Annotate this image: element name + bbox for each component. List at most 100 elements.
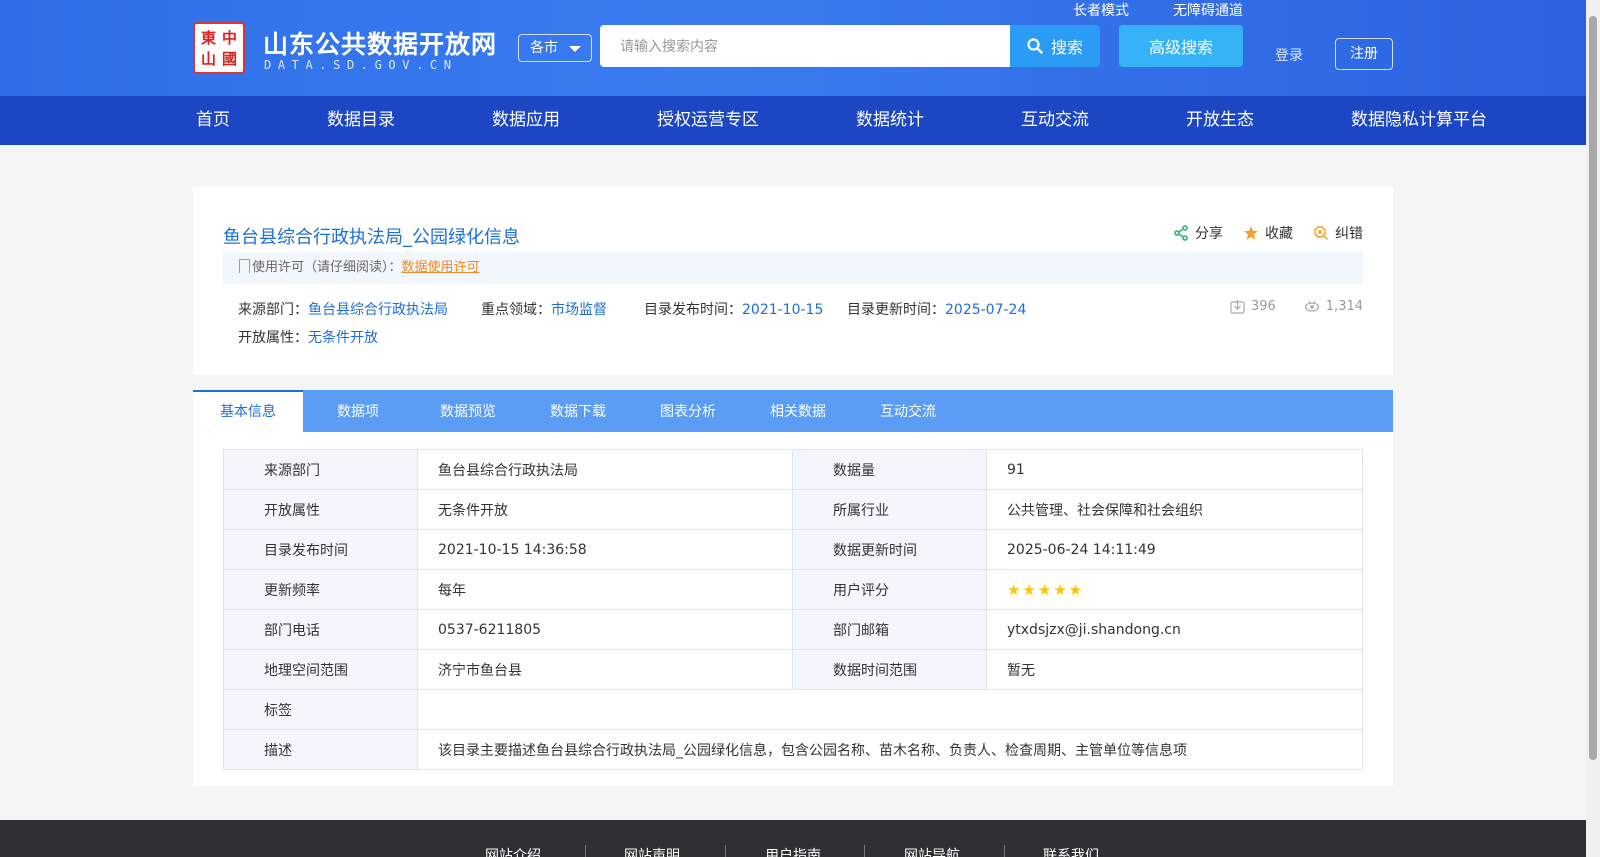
share-button[interactable]: 分享 <box>1173 223 1223 243</box>
footer-link-guide[interactable]: 用户指南 <box>765 845 821 857</box>
site-logo-seal[interactable]: 東 中 山 國 <box>193 22 245 74</box>
table-key: 更新频率 <box>223 569 418 610</box>
table-key: 部门邮箱 <box>792 609 987 650</box>
nav-item-privacy-computing[interactable]: 数据隐私计算平台 <box>1351 96 1487 145</box>
tab-related-data[interactable]: 相关数据 <box>743 390 853 432</box>
download-count: 396 <box>1230 299 1276 314</box>
table-row: 开放属性 无条件开放 所属行业 公共管理、社会保障和社会组织 <box>223 489 1363 530</box>
bookmark-icon <box>239 259 250 273</box>
tab-interaction[interactable]: 互动交流 <box>853 390 963 432</box>
table-row: 来源部门 鱼台县综合行政执法局 数据量 91 <box>223 449 1363 490</box>
nav-item-apps[interactable]: 数据应用 <box>492 96 560 145</box>
correct-label: 纠错 <box>1335 226 1363 242</box>
detail-tabs: 基本信息 数据项 数据预览 数据下载 图表分析 相关数据 互动交流 <box>193 390 1393 432</box>
meta-open-label: 开放属性： <box>238 330 308 346</box>
meta-publish: 目录发布时间：2021-10-15 <box>644 299 823 319</box>
site-footer: 网站介绍 网站声明 用户指南 网站导航 联系我们 <box>0 820 1586 857</box>
footer-link-contact[interactable]: 联系我们 <box>1043 845 1099 857</box>
meta-update: 目录更新时间：2025-07-24 <box>847 299 1026 319</box>
tags-value <box>417 689 1363 730</box>
nav-item-ecosystem[interactable]: 开放生态 <box>1186 96 1254 145</box>
meta-publish-value: 2021-10-15 <box>742 302 824 318</box>
table-key: 来源部门 <box>223 449 418 490</box>
tab-data-items[interactable]: 数据项 <box>303 390 413 432</box>
favorite-label: 收藏 <box>1265 226 1293 242</box>
dataset-title: 鱼台县综合行政执法局_公园绿化信息 <box>223 227 520 248</box>
table-key: 地理空间范围 <box>223 649 418 690</box>
table-value: 91 <box>986 449 1363 490</box>
site-subtitle: DATA.SD.GOV.CN <box>264 58 458 72</box>
table-key: 数据时间范围 <box>792 649 987 690</box>
license-link[interactable]: 数据使用许可 <box>402 260 480 275</box>
nav-item-authorized-ops[interactable]: 授权运营专区 <box>657 96 759 145</box>
table-row: 更新频率 每年 用户评分 ★★★★★ <box>223 569 1363 610</box>
table-value: 2021-10-15 14:36:58 <box>417 529 793 570</box>
view-count-value: 1,314 <box>1325 299 1363 314</box>
dataset-actions: 分享 收藏 纠错 <box>1173 223 1363 243</box>
dataset-info-card: 鱼台县综合行政执法局_公园绿化信息 分享 收藏 纠错 使用许可（请仔细阅读）：数… <box>193 187 1393 375</box>
search-button[interactable]: 搜索 <box>1010 25 1100 67</box>
seal-char: 東 <box>200 29 216 47</box>
meta-source-value[interactable]: 鱼台县综合行政执法局 <box>308 302 448 318</box>
search-icon <box>1027 38 1043 54</box>
error-search-icon <box>1314 226 1329 241</box>
table-key: 标签 <box>223 689 418 730</box>
nav-item-statistics[interactable]: 数据统计 <box>856 96 924 145</box>
city-select[interactable]: 各市 <box>518 34 592 62</box>
accessibility-link[interactable]: 无障碍通道 <box>1173 0 1243 20</box>
table-value: 济宁市鱼台县 <box>417 649 793 690</box>
table-row: 描述 该目录主要描述鱼台县综合行政执法局_公园绿化信息，包含公园名称、苗木名称、… <box>223 729 1363 770</box>
share-label: 分享 <box>1195 226 1223 242</box>
footer-link-statement[interactable]: 网站声明 <box>624 845 680 857</box>
meta-source-label: 来源部门： <box>238 302 308 318</box>
table-value: 无条件开放 <box>417 489 793 530</box>
footer-link-sitemap[interactable]: 网站导航 <box>904 845 960 857</box>
page-scrollbar[interactable] <box>1586 0 1600 857</box>
meta-publish-label: 目录发布时间： <box>644 302 742 318</box>
footer-link-about[interactable]: 网站介绍 <box>485 845 541 857</box>
tab-basic-info[interactable]: 基本信息 <box>193 390 303 432</box>
search-input[interactable] <box>600 25 1010 67</box>
table-key: 数据更新时间 <box>792 529 987 570</box>
meta-field-label: 重点领域： <box>481 302 551 318</box>
seal-char: 中 <box>221 29 237 47</box>
nav-item-catalog[interactable]: 数据目录 <box>327 96 395 145</box>
footer-divider <box>864 845 865 857</box>
table-value: 每年 <box>417 569 793 610</box>
table-key: 描述 <box>223 729 418 770</box>
footer-divider <box>725 845 726 857</box>
register-button[interactable]: 注册 <box>1335 38 1393 70</box>
tab-data-preview[interactable]: 数据预览 <box>413 390 523 432</box>
dataset-stats: 396 1,314 <box>1230 299 1363 314</box>
table-value: 鱼台县综合行政执法局 <box>417 449 793 490</box>
table-key: 部门电话 <box>223 609 418 650</box>
site-title[interactable]: 山东公共数据开放网 <box>263 25 497 61</box>
tab-chart-analysis[interactable]: 图表分析 <box>633 390 743 432</box>
seal-char: 山 <box>200 50 216 68</box>
search-button-label: 搜索 <box>1050 38 1083 57</box>
table-value: 暂无 <box>986 649 1363 690</box>
download-icon <box>1230 300 1245 314</box>
license-bar: 使用许可（请仔细阅读）：数据使用许可 <box>223 252 1363 284</box>
login-link[interactable]: 登录 <box>1275 45 1303 65</box>
city-select-value: 各市 <box>530 40 558 56</box>
table-key: 用户评分 <box>792 569 987 610</box>
meta-field-value[interactable]: 市场监督 <box>551 302 607 318</box>
table-row: 地理空间范围 济宁市鱼台县 数据时间范围 暂无 <box>223 649 1363 690</box>
table-key: 目录发布时间 <box>223 529 418 570</box>
advanced-search-button[interactable]: 高级搜索 <box>1119 25 1243 67</box>
detail-panel: 基本信息 数据项 数据预览 数据下载 图表分析 相关数据 互动交流 来源部门 鱼… <box>193 390 1393 786</box>
nav-item-interaction[interactable]: 互动交流 <box>1021 96 1089 145</box>
nav-item-home[interactable]: 首页 <box>196 96 230 145</box>
scrollbar-thumb[interactable] <box>1589 16 1597 760</box>
favorite-button[interactable]: 收藏 <box>1243 223 1293 243</box>
elder-mode-link[interactable]: 长者模式 <box>1073 0 1129 20</box>
tab-data-download[interactable]: 数据下载 <box>523 390 633 432</box>
download-count-value: 396 <box>1250 299 1276 314</box>
star-icon <box>1244 226 1258 240</box>
meta-update-label: 目录更新时间： <box>847 302 945 318</box>
description-value: 该目录主要描述鱼台县综合行政执法局_公园绿化信息，包含公园名称、苗木名称、负责人… <box>417 729 1363 770</box>
correct-button[interactable]: 纠错 <box>1313 223 1363 243</box>
footer-divider <box>585 845 586 857</box>
footer-divider <box>1004 845 1005 857</box>
